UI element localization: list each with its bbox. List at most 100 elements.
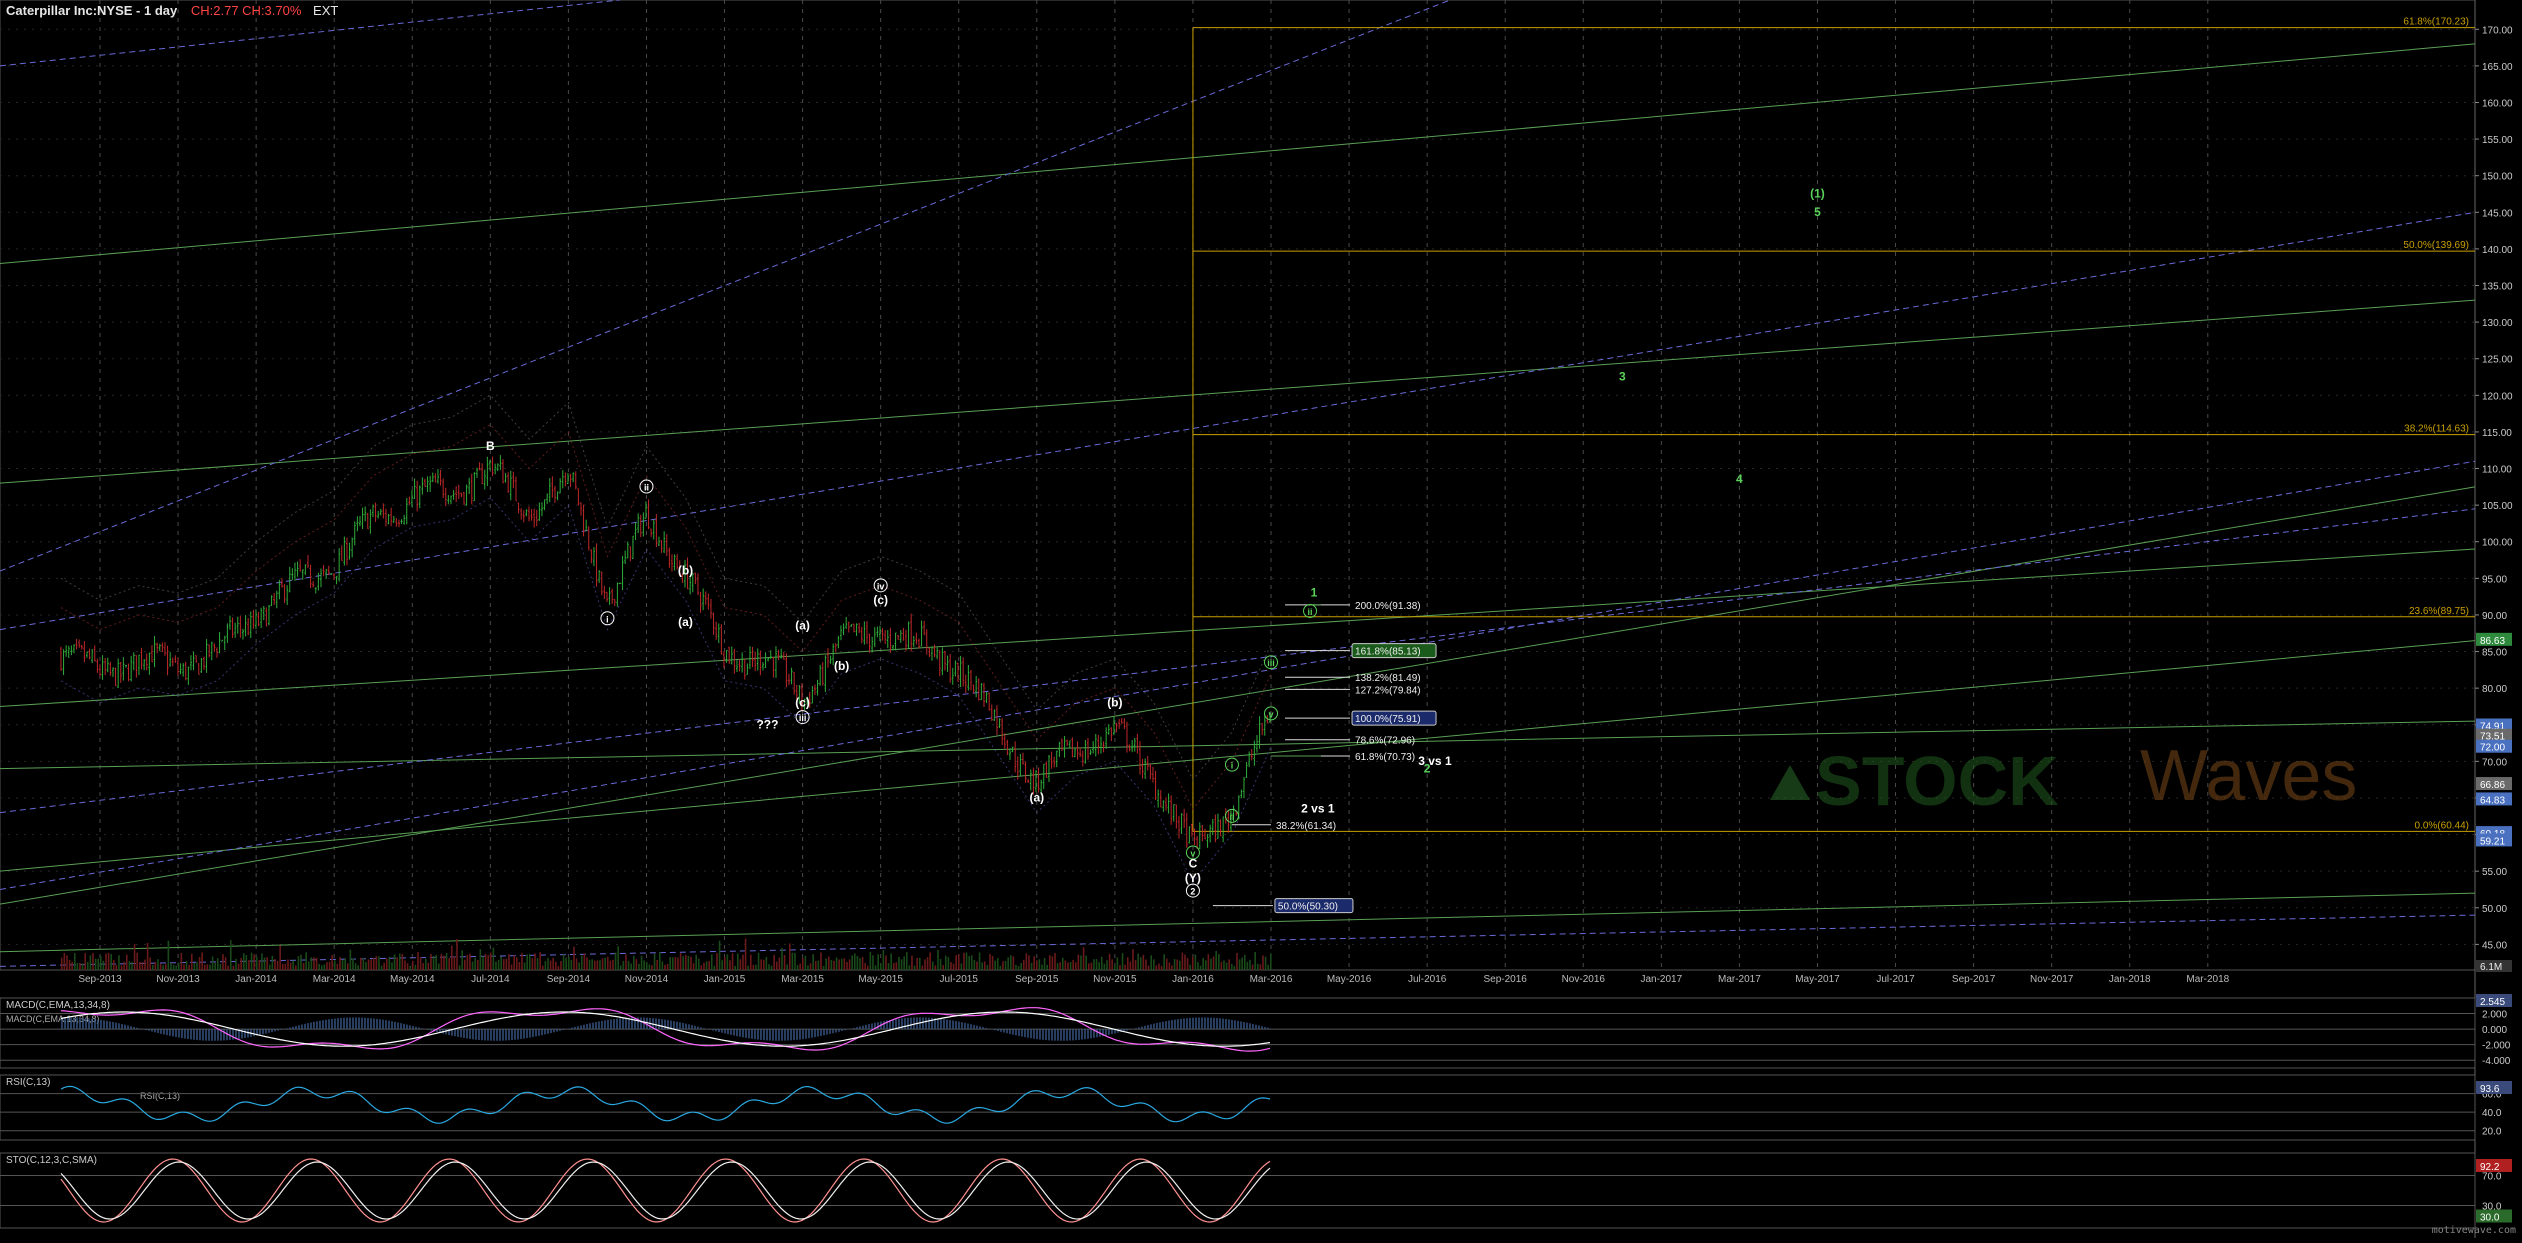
volume-bar [508,954,510,970]
volume-bar [1267,965,1269,970]
volume-bar [1059,962,1061,970]
macd-hist [1024,1029,1026,1037]
volume-bar [1163,954,1165,970]
volume-bar [1150,955,1152,970]
macd-hist [718,1029,720,1032]
volume-bar [131,962,133,970]
volume-bar [958,954,960,970]
macd-hist [655,1018,657,1029]
macd-hist [568,1028,570,1029]
macd-hist [676,1022,678,1029]
volume-bar [1124,965,1126,970]
volume-bar [680,953,682,970]
macd-hist [115,1023,117,1029]
volume-bar [123,962,125,970]
volume-bar [521,953,523,970]
macd-hist [619,1018,621,1029]
volume-bar [454,957,456,970]
x-tick-label: Sep-2017 [1952,974,1996,985]
macd-hist [1162,1022,1164,1029]
volume-bar [768,964,770,970]
volume-bar [503,959,505,970]
macd-hist [589,1023,591,1029]
fib-level-label: 23.6%(89.75) [2409,606,2469,617]
volume-bar [277,961,279,970]
macd-hist [403,1024,405,1029]
volume-bar [360,958,362,970]
macd-hist [763,1029,765,1040]
volume-bar [430,954,432,970]
stockwaves-logo: STOCKWaves [1770,736,2357,820]
volume-bar [1236,953,1238,970]
volume-bar [716,953,718,970]
macd-hist [961,1022,963,1029]
volume-bar [435,955,437,970]
volume-bar [558,966,560,970]
volume-bar [155,962,157,970]
macd-hist [88,1018,90,1029]
macd-hist [1033,1029,1035,1039]
macd-hist [772,1029,774,1041]
volume-bar [706,961,708,970]
indicator-subname: RSI(C,13) [140,1091,180,1101]
volume-bar [407,963,409,970]
price-tag-label: 59.21 [2480,836,2505,847]
macd-hist [802,1029,804,1039]
volume-bar [139,962,141,970]
volume-bar [862,957,864,970]
volume-bar [433,956,435,970]
macd-hist [484,1029,486,1040]
volume-bar [142,962,144,970]
macd-hist [385,1020,387,1029]
volume-bar [1018,966,1020,970]
volume-bar [1096,959,1098,970]
volume-bar [641,956,643,970]
macd-hist [1006,1029,1008,1033]
macd-hist [328,1019,330,1029]
macd-hist [172,1029,174,1036]
macd-hist [559,1029,561,1031]
volume-bar [966,953,968,970]
volume-bar [664,965,666,970]
macd-hist [1069,1029,1071,1040]
volume-bar [896,962,898,970]
volume-bar [1249,960,1251,970]
volume-bar [909,965,911,970]
macd-hist [1264,1027,1266,1029]
volume-bar [786,965,788,970]
volume-bar [745,939,747,970]
volume-bar [1041,964,1043,970]
wave-label: 2 vs 1 [1301,802,1335,816]
macd-hist [193,1029,195,1040]
macd-hist [487,1029,489,1040]
macd-hist [1168,1021,1170,1030]
volume-bar [901,959,903,970]
volume-bar [347,963,349,970]
x-tick-label: Jan-2015 [704,974,746,985]
volume-bar [974,960,976,970]
volume-bar [329,962,331,970]
macd-hist [340,1018,342,1029]
macd-hist [820,1029,822,1036]
macd-hist [1051,1029,1053,1040]
macd-hist [217,1029,219,1041]
volume-bar [997,958,999,970]
volume-bar [342,960,344,970]
macd-hist [181,1029,183,1038]
macd-hist [400,1023,402,1029]
macd-hist [121,1024,123,1029]
volume-bar [519,962,521,970]
volume-bar [363,958,365,970]
macd-hist [76,1018,78,1030]
volume-bar [987,965,989,970]
volume-bar [71,962,73,970]
volume-bar [628,961,630,970]
macd-hist [304,1024,306,1029]
macd-hist [787,1029,789,1040]
macd-hist [148,1029,150,1031]
macd-hist [853,1028,855,1029]
volume-bar [565,958,567,970]
volume-bar [461,950,463,970]
indicator-tag-label: 2.545 [2480,997,2505,1008]
macd-hist [1057,1029,1059,1041]
